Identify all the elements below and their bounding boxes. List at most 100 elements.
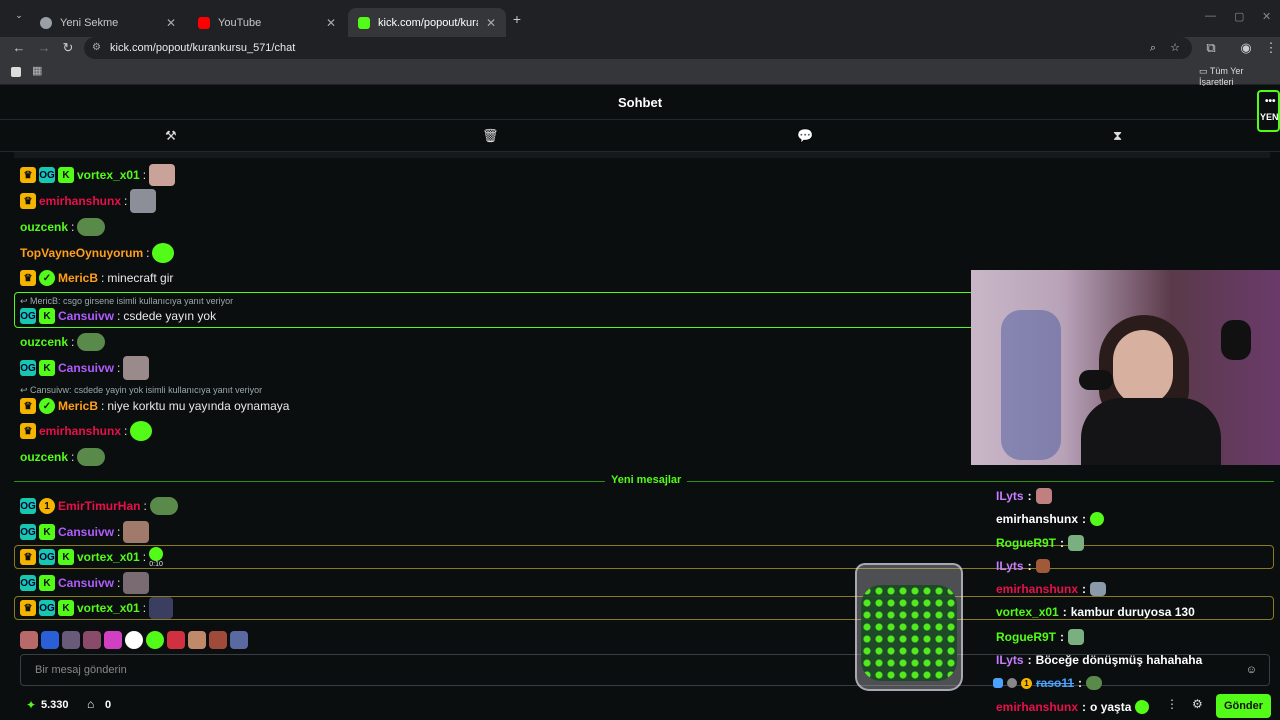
overlay-message: emirhanshunx : [996,582,1107,596]
username[interactable]: ouzcenk [20,220,68,234]
workspace-icon[interactable] [11,67,21,77]
zoom-icon[interactable]: ⌕ [1150,37,1156,59]
hourglass-icon[interactable]: ⧗ [1113,128,1122,144]
maximize-icon[interactable]: ▢ [1234,10,1244,23]
hammer-icon[interactable]: ⚒ [165,128,177,144]
reload-icon[interactable]: ↻ [59,40,77,56]
store-icon[interactable]: ⌂ [87,697,94,711]
tab-youtube[interactable]: YouTube ✕ [188,8,346,37]
close-window-icon[interactable]: ✕ [1262,10,1271,23]
kick-badge-icon: K [39,308,55,324]
sub-badge-icon: 1 [1021,677,1032,689]
streamer-face [1113,330,1173,405]
profile-icon[interactable]: ◉ [1237,40,1255,56]
username[interactable]: ouzcenk [20,450,68,464]
green-emote-icon [130,421,153,441]
minimize-icon[interactable]: — [1205,10,1216,22]
emote-icon[interactable] [188,631,206,649]
bookmark-star-icon[interactable]: ☆ [1170,37,1180,59]
pepe-emote-icon [77,448,106,466]
username[interactable]: ouzcenk [20,335,68,349]
emote-icon[interactable] [209,631,227,649]
emote-icon[interactable] [167,631,185,649]
message-highlight [14,545,1274,569]
chat-message: OG K Cansuivw: [20,572,150,594]
points-value[interactable]: 5.330 [41,699,69,711]
url-text: kick.com/popout/kurankursu_571/chat [110,42,296,54]
emote-icon[interactable] [104,631,122,649]
username[interactable]: Cansuivw [58,525,114,539]
emote-icon[interactable] [230,631,248,649]
close-tab-icon[interactable]: ✕ [486,16,496,30]
overlay-username: ILyts [996,559,1024,573]
emote-icon [1090,512,1105,526]
kick-badge-icon: K [39,360,55,376]
extensions-icon[interactable]: ⧉ [1202,40,1220,56]
chat-message: ♛ emirhanshunx: [20,189,157,213]
tab-title: YouTube [218,16,262,29]
chat-header: Sohbet [0,86,1280,120]
tab-yeni-sekme[interactable]: Yeni Sekme ✕ [30,8,186,37]
overlay-message: ILyts : [996,488,1052,504]
reply-icon: ↩ [20,385,31,395]
face-emote-icon [149,597,174,619]
username[interactable]: Cansuivw [58,361,114,375]
og-badge-icon: OG [20,360,36,376]
settings-gear-icon[interactable]: ⚙ [1192,697,1203,711]
username[interactable]: vortex_x01 [77,601,140,615]
username[interactable]: MericB [58,271,98,285]
username[interactable]: emirhanshunx [39,194,121,208]
tab-search-icon[interactable]: ⌄ [10,10,28,21]
site-info-icon[interactable]: ⚙ [92,37,101,59]
emote-icon[interactable] [41,631,59,649]
tab-kick-chat[interactable]: kick.com/popout/kurankursu_5 ✕ [348,8,506,37]
tab-title: kick.com/popout/kurankursu_5 [378,16,478,29]
username[interactable]: TopVayneOynuyorum [20,246,143,260]
username[interactable]: emirhanshunx [39,424,121,438]
face-emote-icon [123,572,150,594]
username[interactable]: Cansuivw [58,576,114,590]
crown-badge-icon: ♛ [20,398,36,414]
emote-icon[interactable] [125,631,143,649]
username[interactable]: EmirTimurHan [58,499,140,513]
menu-icon[interactable]: ⋮ [1262,40,1280,56]
overlay-username: ILyts [996,653,1024,667]
emote-icon[interactable] [62,631,80,649]
close-tab-icon[interactable]: ✕ [166,16,176,30]
emoji-icon[interactable]: ☺ [1246,655,1257,685]
username[interactable]: vortex_x01 [77,550,140,564]
new-messages-label: Yeni mesajlar [605,474,688,486]
trash-icon[interactable]: 🗑 [482,128,499,144]
username[interactable]: Cansuivw [58,309,114,323]
chat-message: ♛ OG K vortex_x01: [20,164,176,186]
close-tab-icon[interactable]: ✕ [326,16,336,30]
message-text: niye korktu mu yayında oynamaya [107,399,290,413]
url-input[interactable]: ⚙ kick.com/popout/kurankursu_571/chat ⌕ … [84,37,1192,59]
forward-icon[interactable]: → [35,40,53,55]
username[interactable]: vortex_x01 [77,168,140,182]
face-emote-icon [123,356,150,380]
chat-bubble-icon[interactable]: 💬 [797,128,813,144]
crown-badge-icon: ♛ [20,423,36,439]
new-tab-icon[interactable]: + [508,11,526,27]
reply-text: Cansuivw: csdede yayin yok isimli kullan… [30,385,263,395]
emote-icon[interactable] [146,631,164,649]
message-text: csdede yayın yok [123,309,217,323]
chat-message: ouzcenk: [20,331,106,353]
og-badge-icon: OG [20,524,36,540]
overlay-message: RogueR9T : [996,629,1084,645]
emote-icon[interactable] [20,631,38,649]
chat-page: Sohbet ••• YEN ⚒ 🗑 💬 ⧗ ♛ OG K vortex_x01… [0,86,1280,720]
send-button[interactable]: Gönder [1216,694,1271,718]
og-badge-icon: OG [39,167,55,183]
chat-message: OG K Cansuivw: [20,521,150,543]
apps-grid-icon[interactable]: ▦ [32,64,42,77]
username[interactable]: MericB [58,399,98,413]
all-bookmarks[interactable]: ▭ Tüm Yer İşaretleri [1199,66,1280,87]
more-options-icon[interactable]: ⋮ [1166,697,1178,711]
scroll-fade [14,152,1270,158]
emote-icon[interactable] [83,631,101,649]
back-icon[interactable]: ← [10,40,28,55]
badge-icon [1007,678,1017,688]
chat-message: ♛ ✓ MericB: niye korktu mu yayında oynam… [20,395,289,417]
